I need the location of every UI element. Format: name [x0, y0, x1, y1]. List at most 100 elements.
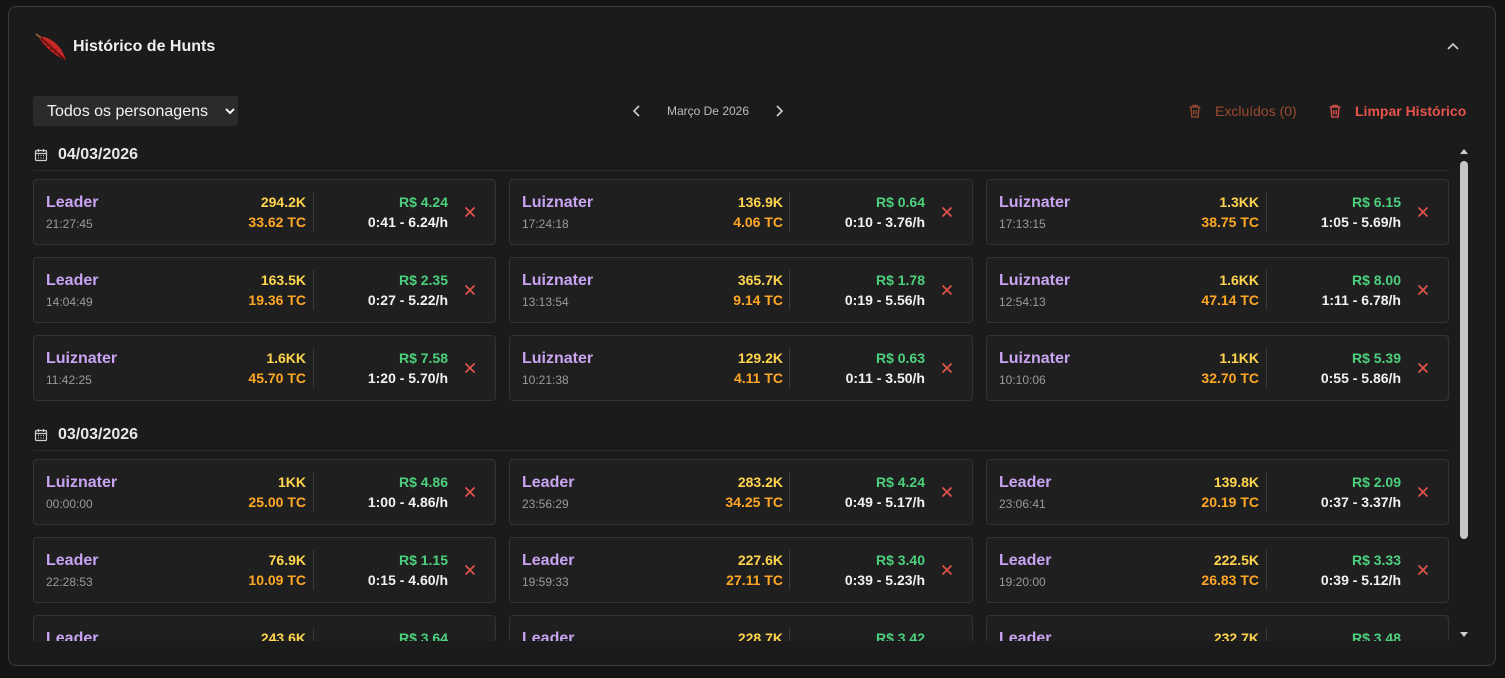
card-divider [313, 628, 314, 641]
close-icon[interactable] [941, 206, 953, 218]
character-name: Luiznater [522, 194, 594, 211]
duration-rate: 0:11 - 3.50/h [845, 370, 925, 386]
tibia-coins-value: 10.09 TC [248, 572, 306, 588]
card-divider [789, 192, 790, 232]
brl-value: R$ 6.15 [1351, 194, 1401, 210]
hunt-card[interactable]: Leader 19:20:00 222.5K 26.83 TC R$ 3.33 0:39 … [986, 537, 1449, 603]
hunt-card[interactable]: Luiznater 10:10:06 1.1KK 32.70 TC R$ 5.39 0:5… [986, 335, 1449, 401]
chevron-up-icon[interactable] [1445, 39, 1461, 55]
close-icon[interactable] [464, 206, 476, 218]
brl-value: R$ 3.42 [875, 630, 925, 641]
tibia-coins-value: 27.11 TC [726, 572, 783, 588]
tibia-coins-value: 20.19 TC [1201, 494, 1259, 510]
brl-value: R$ 4.24 [398, 194, 448, 210]
close-icon[interactable] [1417, 564, 1429, 576]
loot-value: 1.1KK [1219, 350, 1259, 366]
brl-value: R$ 4.86 [398, 474, 448, 490]
date-group-header: 03/03/2026 [33, 419, 1449, 451]
hunt-card[interactable]: Luiznater 10:21:38 129.2K 4.11 TC R$ 0.63 0:1… [509, 335, 973, 401]
card-divider [1266, 348, 1267, 388]
brl-value: R$ 3.48 [1351, 630, 1401, 641]
duration-rate: 0:37 - 3.37/h [1320, 494, 1401, 510]
close-icon[interactable] [941, 362, 953, 374]
card-divider [313, 192, 314, 232]
duration-rate: 0:19 - 5.56/h [844, 292, 925, 308]
hunt-card[interactable]: Leader 14:04:49 163.5K 19.36 TC R$ 2.35 0:27 … [33, 257, 496, 323]
tibia-coins-value: 45.70 TC [248, 370, 306, 386]
close-icon[interactable] [1417, 362, 1429, 374]
duration-rate: 1:11 - 6.78/h [1321, 292, 1401, 308]
hunt-card[interactable]: Luiznater 11:42:25 1.6KK 45.70 TC R$ 7.58 1:2… [33, 335, 496, 401]
hunt-time: 19:59:33 [522, 575, 569, 589]
loot-value: 227.6K [737, 552, 783, 568]
loot-value: 228.7K [737, 630, 783, 641]
hunt-card[interactable]: Luiznater 00:00:00 1KK 25.00 TC R$ 4.86 1:00 … [33, 459, 496, 525]
hunt-card[interactable]: Luiznater 17:13:15 1.3KK 38.75 TC R$ 6.15 1:0… [986, 179, 1449, 245]
brl-value: R$ 2.09 [1351, 474, 1401, 490]
brl-value: R$ 7.58 [398, 350, 448, 366]
card-divider [313, 472, 314, 512]
character-name: Luiznater [522, 350, 594, 367]
hunt-grid: Luiznater 00:00:00 1KK 25.00 TC R$ 4.86 1:00 … [33, 459, 1449, 641]
tibia-coins-value: 4.11 TC [733, 370, 783, 386]
close-icon[interactable] [1417, 486, 1429, 498]
scroll-down-arrow-icon[interactable] [1459, 631, 1469, 639]
hunt-card[interactable]: Luiznater 12:54:13 1.6KK 47.14 TC R$ 8.00 1:1… [986, 257, 1449, 323]
brl-value: R$ 3.40 [875, 552, 925, 568]
hunt-card[interactable]: Leader 22:28:53 76.9K 10.09 TC R$ 1.15 0:15 -… [33, 537, 496, 603]
brl-value: R$ 1.78 [875, 272, 925, 288]
tibia-coins-value: 19.36 TC [248, 292, 306, 308]
date-group-header: 04/03/2026 [33, 139, 1449, 171]
month-navigator: Março De 2026 [629, 99, 789, 123]
hunt-card[interactable]: Leader 19:59:33 227.6K 27.11 TC R$ 3.40 0:39 … [509, 537, 973, 603]
character-filter-select[interactable]: Todos os personagens [33, 96, 238, 126]
close-icon[interactable] [464, 284, 476, 296]
brl-value: R$ 0.64 [875, 194, 925, 210]
deleted-hunts-button[interactable]: Excluídos (0) [1187, 97, 1297, 125]
hunt-list: 04/03/2026 Leader 21:27:45 294.2K 33.62 TC R$… [33, 139, 1449, 641]
clear-history-button[interactable]: Limpar Histórico [1327, 97, 1466, 125]
duration-rate: 0:39 - 5.23/h [844, 572, 925, 588]
hunt-card[interactable]: Leader 23:06:41 139.8K 20.19 TC R$ 2.09 0:37 … [986, 459, 1449, 525]
brl-value: R$ 1.15 [398, 552, 448, 568]
hunt-card[interactable]: Luiznater 13:13:54 365.7K 9.14 TC R$ 1.78 0:1… [509, 257, 973, 323]
hunt-time: 00:00:00 [46, 497, 93, 511]
hunt-card[interactable]: Leader 228.7K R$ 3.42 [509, 615, 973, 641]
close-icon[interactable] [464, 362, 476, 374]
hunt-card[interactable]: Leader 23:56:29 283.2K 34.25 TC R$ 4.24 0:49 … [509, 459, 973, 525]
duration-rate: 0:39 - 5.12/h [1320, 572, 1401, 588]
brl-value: R$ 3.33 [1351, 552, 1401, 568]
hunt-time: 17:13:15 [999, 217, 1046, 231]
scrollbar[interactable] [1457, 143, 1471, 639]
hunt-time: 11:42:25 [46, 373, 92, 387]
close-icon[interactable] [941, 284, 953, 296]
close-icon[interactable] [464, 486, 476, 498]
close-icon[interactable] [1417, 284, 1429, 296]
loot-value: 232.7K [1213, 630, 1259, 641]
chevron-right-icon[interactable] [771, 103, 787, 119]
hunt-card[interactable]: Leader 243.6K R$ 3.64 [33, 615, 496, 641]
close-icon[interactable] [464, 564, 476, 576]
character-name: Leader [999, 552, 1052, 569]
close-icon[interactable] [1417, 206, 1429, 218]
scroll-up-arrow-icon[interactable] [1459, 147, 1469, 155]
duration-rate: 0:49 - 5.17/h [844, 494, 925, 510]
hunt-card[interactable]: Leader 21:27:45 294.2K 33.62 TC R$ 4.24 0:41 … [33, 179, 496, 245]
tibia-coins-value: 34.25 TC [725, 494, 783, 510]
duration-rate: 1:00 - 4.86/h [367, 494, 448, 510]
hunt-card[interactable]: Luiznater 17:24:18 136.9K 4.06 TC R$ 0.64 0:1… [509, 179, 973, 245]
hunt-time: 14:04:49 [46, 295, 93, 309]
loot-value: 136.9K [737, 194, 783, 210]
tibia-coins-value: 26.83 TC [1201, 572, 1259, 588]
card-divider [789, 348, 790, 388]
scrollbar-thumb[interactable] [1460, 161, 1468, 539]
close-icon[interactable] [941, 564, 953, 576]
hunt-card[interactable]: Leader 232.7K R$ 3.48 [986, 615, 1449, 641]
loot-value: 243.6K [260, 630, 306, 641]
panel-header: Histórico de Hunts [9, 7, 1495, 87]
duration-rate: 1:05 - 5.69/h [1320, 214, 1401, 230]
hunt-history-panel: Histórico de Hunts Todos os personagens … [8, 6, 1496, 666]
close-icon[interactable] [941, 486, 953, 498]
character-name: Leader [522, 630, 575, 641]
card-divider [789, 270, 790, 310]
